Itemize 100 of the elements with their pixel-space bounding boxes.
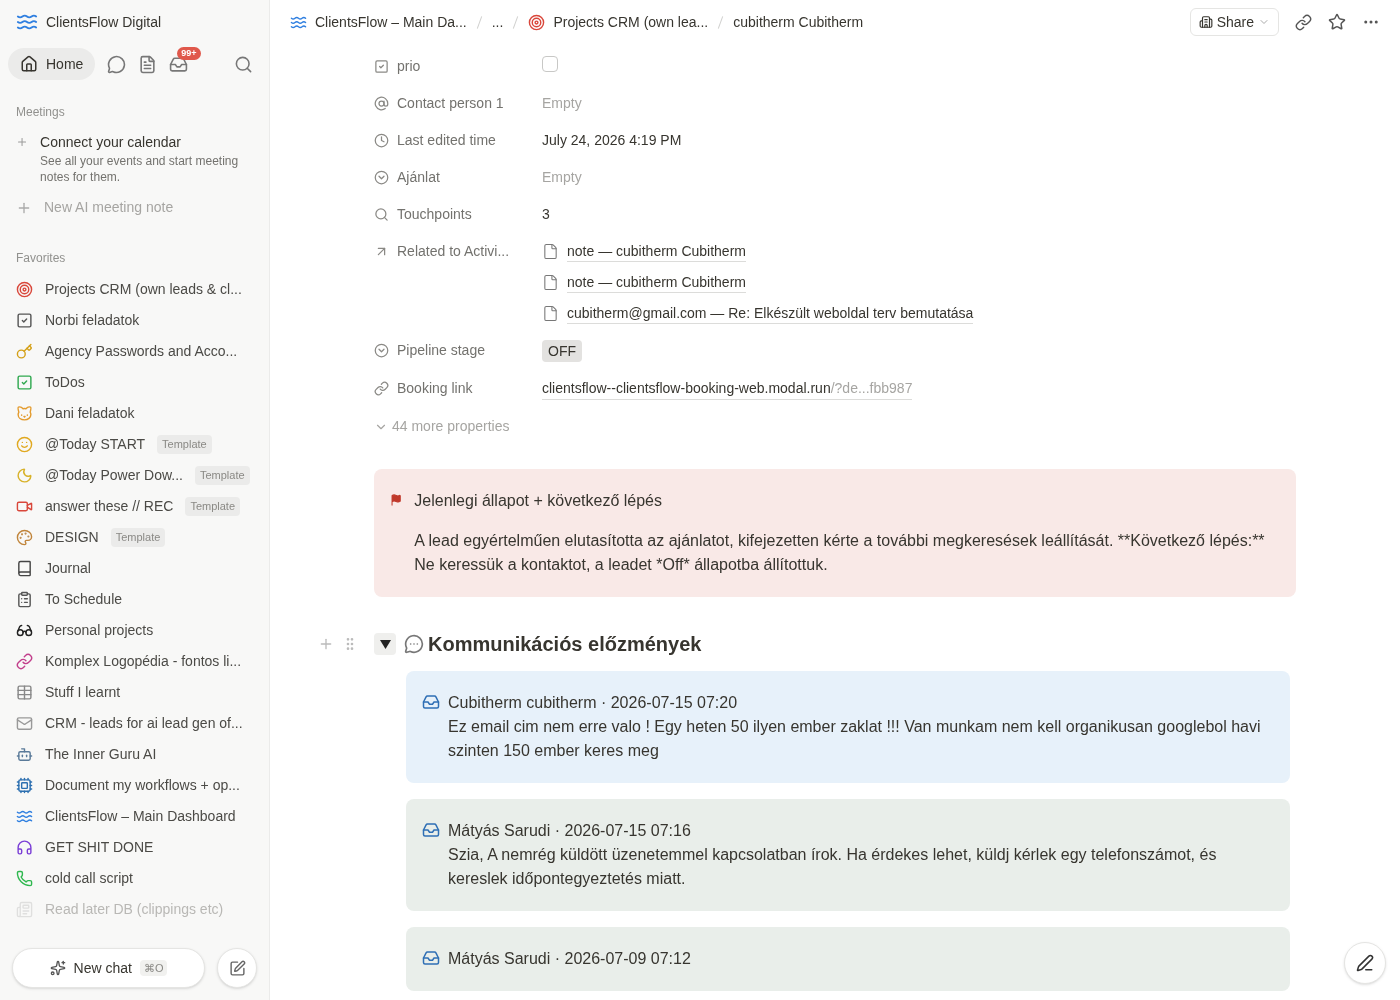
message-text: Ez email cim nem erre valo ! Egy heten 50 ilyen ember zaklat !!! Van munkam nem kell organikusan googlebol havi szinten 150 ember keres meg xyxy=(448,717,1262,761)
favorite-item[interactable]: Document my workflows + op... xyxy=(45,775,240,796)
message-header: Mátyás Sarudi · 2026-07-09 07:12 xyxy=(448,949,691,969)
inbox-tray-icon xyxy=(422,949,440,967)
template-tag: Template xyxy=(157,435,212,454)
breadcrumb-link[interactable]: Projects CRM (own lea... xyxy=(553,11,709,33)
smiley-icon xyxy=(16,436,33,453)
home-tab[interactable]: Home xyxy=(8,48,96,80)
message-text: Szia, A nemrég küldött üzenetemmel kapcsolatban írok. Ha érdekes lehet, küldj kérlek egy telefonszámot, és kereslek időpontegyeztetés miatt. xyxy=(448,845,1218,889)
speech-bubble-icon xyxy=(404,634,424,654)
template-tag: Template xyxy=(185,497,241,516)
favorite-item[interactable]: @Today START xyxy=(45,434,146,455)
section-heading: Favorites xyxy=(15,250,67,266)
chevron-circle-icon xyxy=(374,343,389,358)
toggle-button[interactable] xyxy=(374,633,396,655)
notification-badge: 99+ xyxy=(177,46,201,60)
favorite-item[interactable]: answer these // REC xyxy=(45,496,174,517)
clipboard-icon xyxy=(16,591,33,608)
favorite-item[interactable]: DESIGN xyxy=(45,527,99,548)
favorite-item[interactable]: Dani feladatok xyxy=(45,403,135,424)
section-heading: Meetings xyxy=(15,104,66,120)
cat-icon xyxy=(16,405,33,422)
favorite-item[interactable]: Agency Passwords and Acco... xyxy=(45,341,238,362)
chat-icon[interactable] xyxy=(107,54,127,74)
relation-link[interactable]: note — cubitherm Cubitherm xyxy=(567,241,746,262)
favorite-item[interactable]: To Schedule xyxy=(45,589,123,610)
breadcrumb-link[interactable]: ... xyxy=(491,11,504,33)
new-chat-button[interactable]: New chat ⌘O xyxy=(12,948,205,988)
compose-button[interactable] xyxy=(217,948,257,988)
document-icon xyxy=(542,274,559,291)
relation-link[interactable]: note — cubitherm Cubitherm xyxy=(567,272,746,293)
relation-link[interactable]: cubitherm@gmail.com — Re: Elkészült weboldal terv bemutatása xyxy=(567,303,974,324)
property-label[interactable]: Last edited time xyxy=(397,130,496,151)
triangle-icon xyxy=(379,639,391,649)
shortcut-hint: ⌘O xyxy=(139,959,168,977)
waves-icon xyxy=(16,808,33,825)
inbox-tray-icon xyxy=(422,693,440,711)
phone-icon xyxy=(16,870,33,887)
property-label[interactable]: Contact person 1 xyxy=(397,93,504,114)
property-label[interactable]: Related to Activi... xyxy=(397,241,510,262)
target-icon xyxy=(16,281,33,298)
favorite-item[interactable]: ToDos xyxy=(45,372,85,393)
checkbox-icon xyxy=(16,374,33,391)
status-tag[interactable]: OFF xyxy=(542,340,582,362)
house-icon xyxy=(20,55,38,73)
link-icon xyxy=(374,381,389,396)
template-tag: Template xyxy=(110,528,166,547)
workspace-name[interactable]: ClientsFlow Digital xyxy=(46,11,162,33)
property-value[interactable]: 3 xyxy=(542,204,550,225)
robot-icon xyxy=(16,746,33,763)
key-icon xyxy=(16,343,33,360)
at-sign-icon xyxy=(374,96,389,111)
checkbox-icon xyxy=(16,312,33,329)
favorite-item[interactable]: Personal projects xyxy=(45,620,154,641)
newspaper-icon xyxy=(16,901,33,918)
link-icon[interactable] xyxy=(1295,13,1312,31)
chip-icon xyxy=(16,777,33,794)
favorite-item[interactable]: cold call script xyxy=(45,868,133,889)
search-icon[interactable] xyxy=(234,54,253,74)
building-icon xyxy=(1198,15,1213,29)
connect-calendar-link[interactable]: Connect your calendar xyxy=(40,132,253,153)
moon-icon xyxy=(16,467,33,484)
property-value[interactable]: July 24, 2026 4:19 PM xyxy=(542,130,682,151)
flag-icon xyxy=(390,491,403,509)
envelope-icon xyxy=(16,715,33,732)
property-label[interactable]: Touchpoints xyxy=(397,204,472,225)
table-icon xyxy=(16,684,33,701)
star-icon[interactable] xyxy=(1328,13,1346,31)
share-button[interactable]: Share xyxy=(1189,8,1279,36)
breadcrumb-link[interactable]: ClientsFlow – Main Da... xyxy=(315,11,467,33)
property-label[interactable]: Pipeline stage xyxy=(397,340,485,361)
target-icon xyxy=(528,13,546,31)
search-icon xyxy=(374,207,389,222)
favorite-item[interactable]: @Today Power Dow... xyxy=(45,465,183,486)
favorite-item[interactable]: Norbi feladatok xyxy=(45,310,140,331)
favorite-item[interactable]: Stuff I learnt xyxy=(45,682,121,703)
template-tag: Template xyxy=(194,466,250,485)
section-heading: Kommunikációs előzmények xyxy=(428,632,702,657)
property-label[interactable]: Booking link xyxy=(397,378,473,399)
booking-link[interactable]: clientsflow--clientsflow-booking-web.modal.run/?de...fbb987 xyxy=(542,378,913,400)
favorite-item[interactable]: Projects CRM (own leads & cl... xyxy=(45,279,242,300)
headphones-icon xyxy=(16,839,33,856)
breadcrumb-link[interactable]: cubitherm Cubitherm xyxy=(733,11,864,33)
favorite-item[interactable]: Journal xyxy=(45,558,91,579)
sunglasses-icon xyxy=(16,622,33,639)
palette-icon xyxy=(16,529,33,546)
favorite-item[interactable]: GET SHIT DONE xyxy=(45,837,154,858)
sparkle-icon xyxy=(49,960,66,976)
callout-title: Jelenlegi állapot + következő lépés xyxy=(414,491,663,511)
meeting-notes-icon[interactable] xyxy=(138,54,158,74)
property-label[interactable]: prio xyxy=(397,56,421,77)
favorite-item[interactable]: CRM - leads for ai lead gen of... xyxy=(45,713,243,734)
favorite-item[interactable]: The Inner Guru AI xyxy=(45,744,157,765)
property-label[interactable]: Ajánlat xyxy=(397,167,440,188)
favorite-item[interactable]: ClientsFlow – Main Dashboard xyxy=(45,806,236,827)
document-icon xyxy=(542,305,559,322)
favorite-item[interactable]: Komplex Logopédia - fontos li... xyxy=(45,651,242,672)
inbox-icon[interactable] xyxy=(169,54,189,74)
assistant-button[interactable] xyxy=(1344,942,1386,984)
checkbox[interactable] xyxy=(542,56,558,72)
